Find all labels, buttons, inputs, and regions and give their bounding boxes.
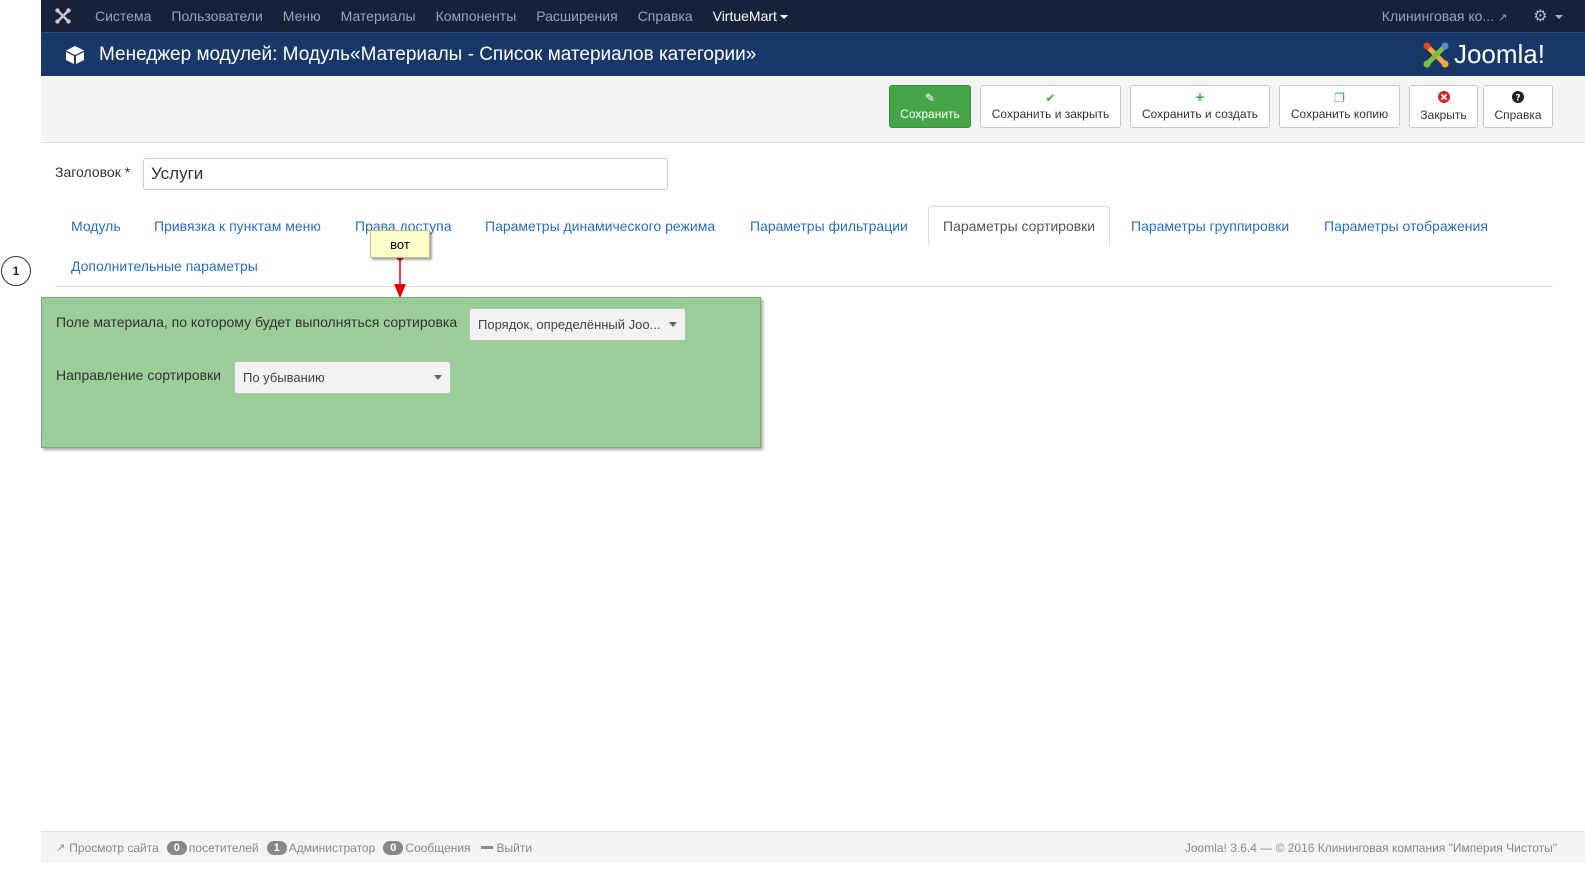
annotation-note: вот — [370, 230, 430, 258]
tab-dynamic-mode[interactable]: Параметры динамического режима — [485, 216, 715, 236]
save-copy-label: Сохранить копию — [1290, 107, 1389, 121]
chevron-down-icon — [669, 322, 677, 327]
top-navbar: Система Пользователи Меню Материалы Комп… — [41, 0, 1585, 32]
site-name: Клининговая ко... — [1381, 8, 1495, 24]
save-close-label: Сохранить и закрыть — [991, 107, 1110, 121]
tab-filtering[interactable]: Параметры фильтрации — [750, 216, 908, 236]
tab-display[interactable]: Параметры отображения — [1324, 216, 1488, 236]
tab-module[interactable]: Модуль — [71, 216, 121, 236]
menu-item-help[interactable]: Справка — [628, 0, 703, 32]
close-button-label: Закрыть — [1420, 108, 1467, 122]
minus-icon — [480, 846, 493, 849]
messages-badge: 0 — [383, 840, 404, 855]
menu-item-menus[interactable]: Меню — [273, 0, 331, 32]
copyright: Joomla! 3.6.4 — © 2016 Клининговая компа… — [1184, 840, 1557, 855]
menu-item-extensions[interactable]: Расширения — [526, 0, 627, 32]
view-site-label: Просмотр сайта — [69, 840, 159, 855]
check-icon: ✔ — [1045, 91, 1056, 105]
edit-icon: ✎ — [924, 91, 936, 105]
main-menu: Система Пользователи Меню Материалы Комп… — [85, 0, 798, 32]
save-copy-button[interactable]: ❐ Сохранить копию — [1279, 85, 1400, 128]
visitors-badge: 0 — [166, 840, 187, 855]
admins-status: 1 Администратор — [263, 840, 376, 855]
messages-link[interactable]: 0 Сообщения — [379, 840, 471, 855]
tab-menu-assignment[interactable]: Привязка к пунктам меню — [154, 216, 321, 236]
site-link[interactable]: Клининговая ко... ↗ — [1382, 8, 1521, 24]
save-button[interactable]: ✎ Сохранить — [889, 85, 971, 128]
sort-direction-value: По убыванию — [243, 370, 325, 385]
title-label: Заголовок * — [55, 164, 131, 180]
gear-icon[interactable]: ⚙ — [1521, 6, 1585, 26]
menu-item-virtuemart[interactable]: VirtueMart — [703, 0, 798, 32]
page-header: Менеджер модулей: Модуль«Материалы - Спи… — [41, 32, 1585, 76]
visitors-status: 0 посетителей — [163, 840, 259, 855]
tabs-divider — [55, 286, 1553, 287]
tab-ordering[interactable]: Параметры сортировки — [928, 206, 1111, 247]
menu-item-system[interactable]: Система — [85, 0, 161, 32]
external-link-icon: ↗ — [1497, 12, 1508, 24]
status-footer: ↗ Просмотр сайта 0 посетителей 1 Администра… — [41, 831, 1585, 863]
chevron-down-icon — [434, 375, 442, 380]
joomla-icon[interactable] — [41, 0, 85, 32]
menu-item-content[interactable]: Материалы — [331, 0, 426, 32]
sort-field-value: Порядок, определённый Joo... — [478, 317, 661, 332]
menu-item-users[interactable]: Пользователи — [161, 0, 272, 32]
admins-label: Администратор — [288, 840, 376, 855]
svg-text:?: ? — [1515, 94, 1520, 104]
tab-advanced[interactable]: Дополнительные параметры — [71, 256, 258, 276]
annotation-arrow — [394, 253, 406, 298]
question-icon: ? — [1512, 91, 1524, 105]
chevron-down-icon — [1555, 14, 1563, 19]
brand-name: Joomla! — [1453, 39, 1545, 69]
logout-link[interactable]: Выйти — [475, 840, 533, 855]
admins-badge: 1 — [266, 840, 287, 855]
save-new-button[interactable]: + Сохранить и создать — [1130, 85, 1270, 128]
view-site-link[interactable]: ↗ Просмотр сайта — [56, 841, 159, 855]
toolbar: ✎ Сохранить ✔ Сохранить и закрыть + Сохр… — [41, 76, 1585, 143]
save-close-button[interactable]: ✔ Сохранить и закрыть — [980, 85, 1121, 128]
save-new-label: Сохранить и создать — [1141, 107, 1259, 121]
logout-label: Выйти — [496, 840, 533, 855]
sort-direction-select[interactable]: По убыванию — [234, 361, 451, 394]
messages-label: Сообщения — [405, 840, 471, 855]
title-input[interactable] — [143, 158, 668, 190]
external-link-icon: ↗ — [56, 842, 66, 854]
sort-field-label: Поле материала, по которому будет выполн… — [56, 314, 458, 330]
page-title: Менеджер модулей: Модуль«Материалы - Спи… — [99, 43, 757, 65]
sort-field-select[interactable]: Порядок, определённый Joo... — [469, 308, 686, 341]
joomla-logo-icon — [1423, 42, 1449, 67]
joomla-brand-logo: Joomla! — [1422, 39, 1545, 70]
sorting-panel: Поле материала, по которому будет выполн… — [41, 297, 761, 448]
plus-icon: + — [1195, 89, 1205, 106]
annotation-number: 1 — [1, 256, 31, 286]
visitors-label: посетителей — [188, 840, 259, 855]
menu-item-components[interactable]: Компоненты — [426, 0, 527, 32]
close-button[interactable]: Закрыть — [1409, 85, 1478, 128]
save-button-label: Сохранить — [900, 107, 960, 121]
cube-icon — [66, 45, 84, 64]
chevron-down-icon — [779, 15, 788, 20]
cancel-icon — [1437, 91, 1450, 105]
help-button[interactable]: ? Справка — [1483, 85, 1553, 128]
copy-icon: ❐ — [1334, 91, 1345, 105]
tab-grouping[interactable]: Параметры группировки — [1131, 216, 1289, 236]
help-button-label: Справка — [1494, 108, 1542, 122]
sort-direction-label: Направление сортировки — [56, 367, 221, 383]
menu-item-virtuemart-label: VirtueMart — [712, 8, 777, 24]
